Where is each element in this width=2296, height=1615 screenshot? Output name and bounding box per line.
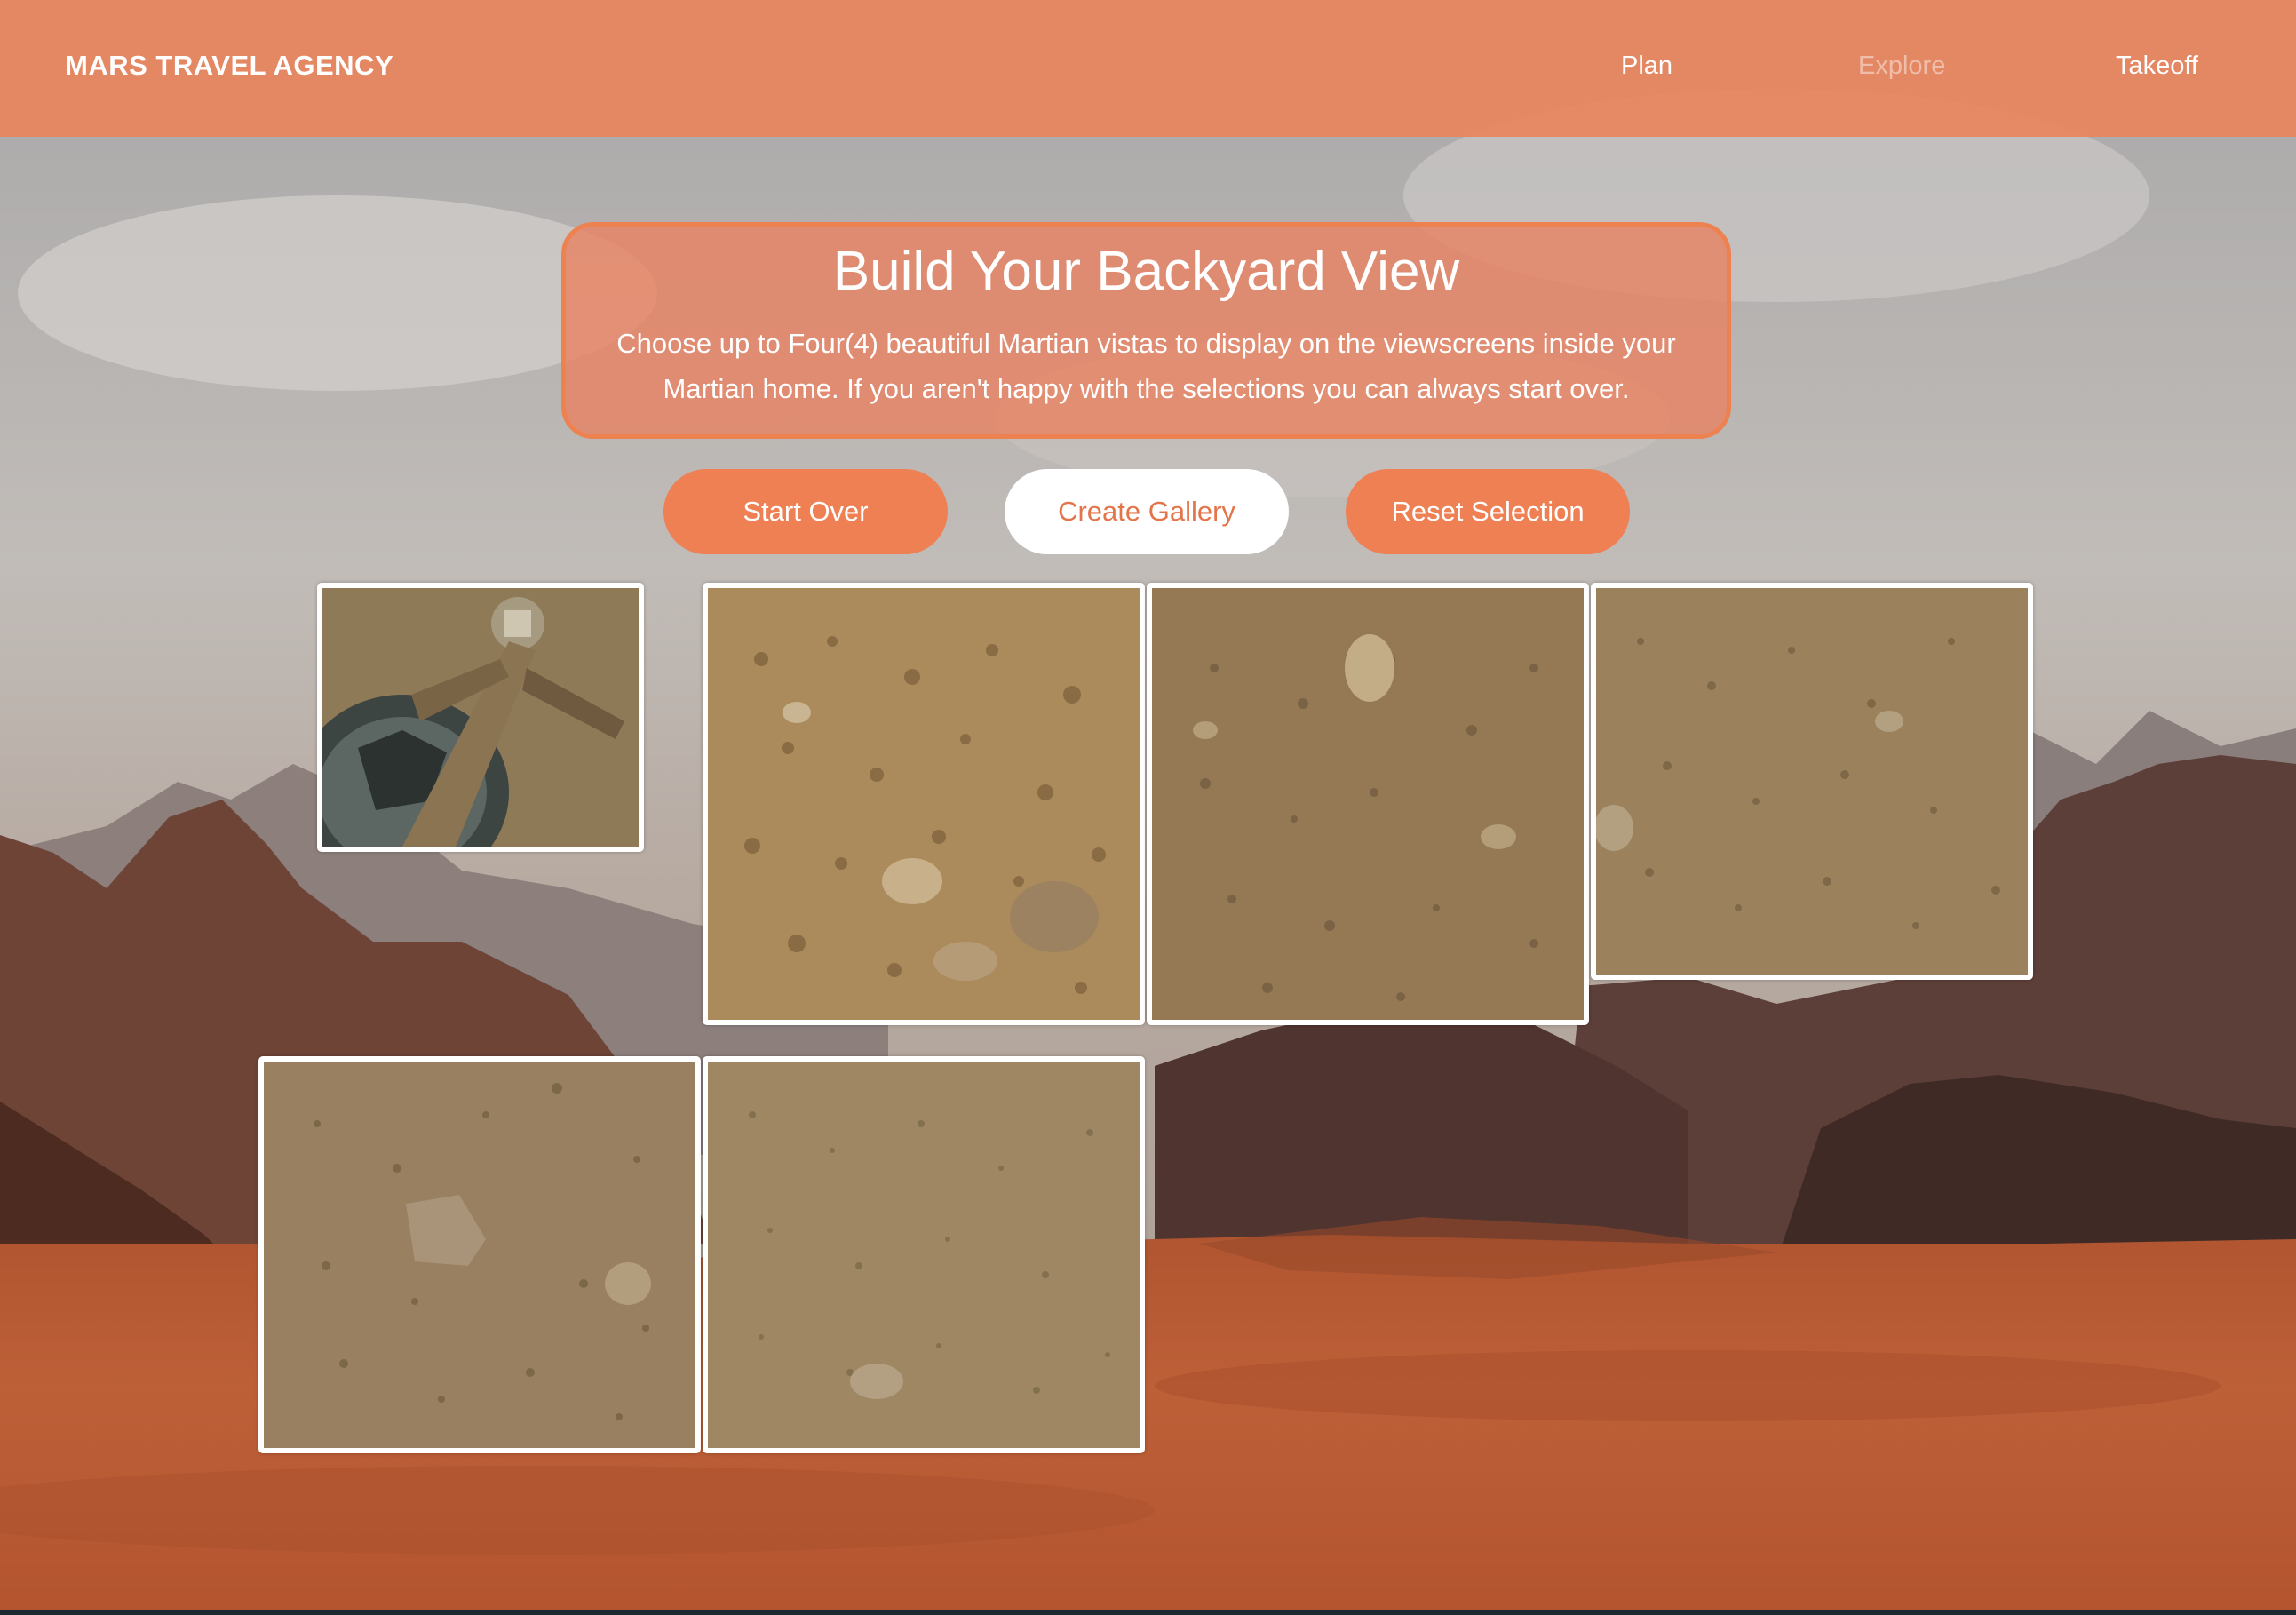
page-title: Build Your Backyard View [832, 241, 1460, 302]
gallery-tile-sandy-gravel[interactable] [703, 1056, 1145, 1453]
start-over-button[interactable]: Start Over [663, 469, 948, 554]
gallery-tile-ground-with-rock[interactable] [1147, 583, 1589, 1025]
brand-logo-text[interactable]: MARS TRAVEL AGENCY [65, 50, 393, 82]
gravel-plain-image [1596, 588, 2028, 975]
nav-link-explore[interactable]: Explore [1858, 52, 1945, 81]
page-description: Choose up to Four(4) beautiful Martian v… [616, 328, 1676, 404]
sandy-gravel-image [708, 1062, 1140, 1448]
create-gallery-button[interactable]: Create Gallery [1005, 469, 1289, 554]
gravel-flat-stone-image [264, 1062, 695, 1448]
gallery-tile-rover-hardware[interactable] [317, 583, 644, 852]
rover-hardware-image [322, 588, 639, 847]
gallery-tile-pebbly-ground[interactable] [703, 583, 1145, 1025]
gallery-tile-gravel-flat-stone[interactable] [258, 1056, 701, 1453]
reset-selection-button[interactable]: Reset Selection [1346, 469, 1630, 554]
intro-card: Build Your Backyard View Choose up to Fo… [561, 222, 1731, 439]
nav-link-plan[interactable]: Plan [1621, 52, 1672, 81]
top-nav-bar: MARS TRAVEL AGENCY Plan Explore Takeoff [0, 0, 2296, 137]
gallery-tile-gravel-plain[interactable] [1591, 583, 2033, 980]
pebbly-ground-image [708, 588, 1140, 1020]
bottom-edge-strip [0, 1610, 2296, 1615]
nav-link-takeoff[interactable]: Takeoff [2116, 52, 2198, 81]
ground-with-rock-image [1152, 588, 1584, 1020]
